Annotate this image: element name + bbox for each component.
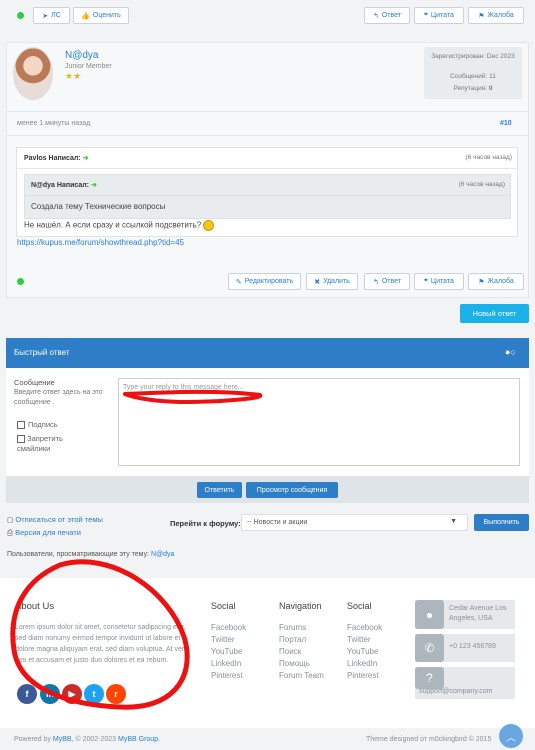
red-annotation (10, 389, 263, 710)
red-underline (123, 389, 263, 405)
red-circle (10, 559, 190, 710)
